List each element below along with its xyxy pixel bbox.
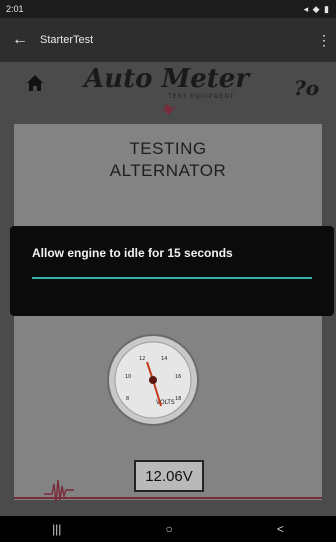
waveform-icon	[162, 103, 176, 116]
home-button[interactable]: ○	[166, 522, 173, 536]
gauge-tick-8: 8	[126, 396, 129, 402]
help-icon[interactable]: ?o	[294, 76, 319, 100]
brand-header: Auto Meter TEST EQUIPMENT ?o	[0, 62, 336, 120]
test-status-title: TESTING ALTERNATOR	[14, 138, 322, 182]
status-icons: ◂ ◆ ▮	[303, 3, 330, 14]
progress-bar	[32, 277, 312, 279]
brand-logo: Auto Meter	[84, 64, 250, 94]
progress-dialog: Allow engine to idle for 15 seconds	[10, 226, 334, 316]
progress-fill	[32, 277, 312, 279]
gauge-tick-10: 10	[125, 374, 131, 380]
status-time: 2:01	[6, 4, 24, 14]
test-status-line2: ALTERNATOR	[109, 161, 227, 180]
gauge-tick-12: 12	[139, 356, 145, 362]
dialog-message: Allow engine to idle for 15 seconds	[32, 246, 233, 260]
test-status-line1: TESTING	[129, 139, 207, 158]
gauge-tick-14: 14	[161, 356, 167, 362]
system-nav-bar: ||| ○ <	[0, 516, 336, 542]
back-button[interactable]: <	[277, 522, 284, 536]
back-arrow-icon[interactable]: ←	[0, 31, 40, 49]
waveform-icon	[44, 479, 74, 503]
voltmeter-gauge: 8 10 12 14 16 18 VOLTS	[107, 334, 199, 426]
brand-subtitle: TEST EQUIPMENT	[168, 94, 235, 100]
more-vert-icon[interactable]: ⋮	[312, 32, 336, 49]
gauge-tick-18: 18	[175, 396, 181, 402]
app-bar: ← StarterTest ⋮	[0, 18, 336, 62]
app-title: StarterTest	[40, 34, 94, 46]
recents-button[interactable]: |||	[52, 522, 61, 536]
brand-divider-line	[14, 497, 322, 499]
voltage-readout: 12.06V	[134, 460, 204, 492]
home-icon[interactable]	[26, 74, 44, 92]
gauge-tick-16: 16	[175, 374, 181, 380]
status-bar: 2:01 ◂ ◆ ▮	[0, 0, 336, 18]
